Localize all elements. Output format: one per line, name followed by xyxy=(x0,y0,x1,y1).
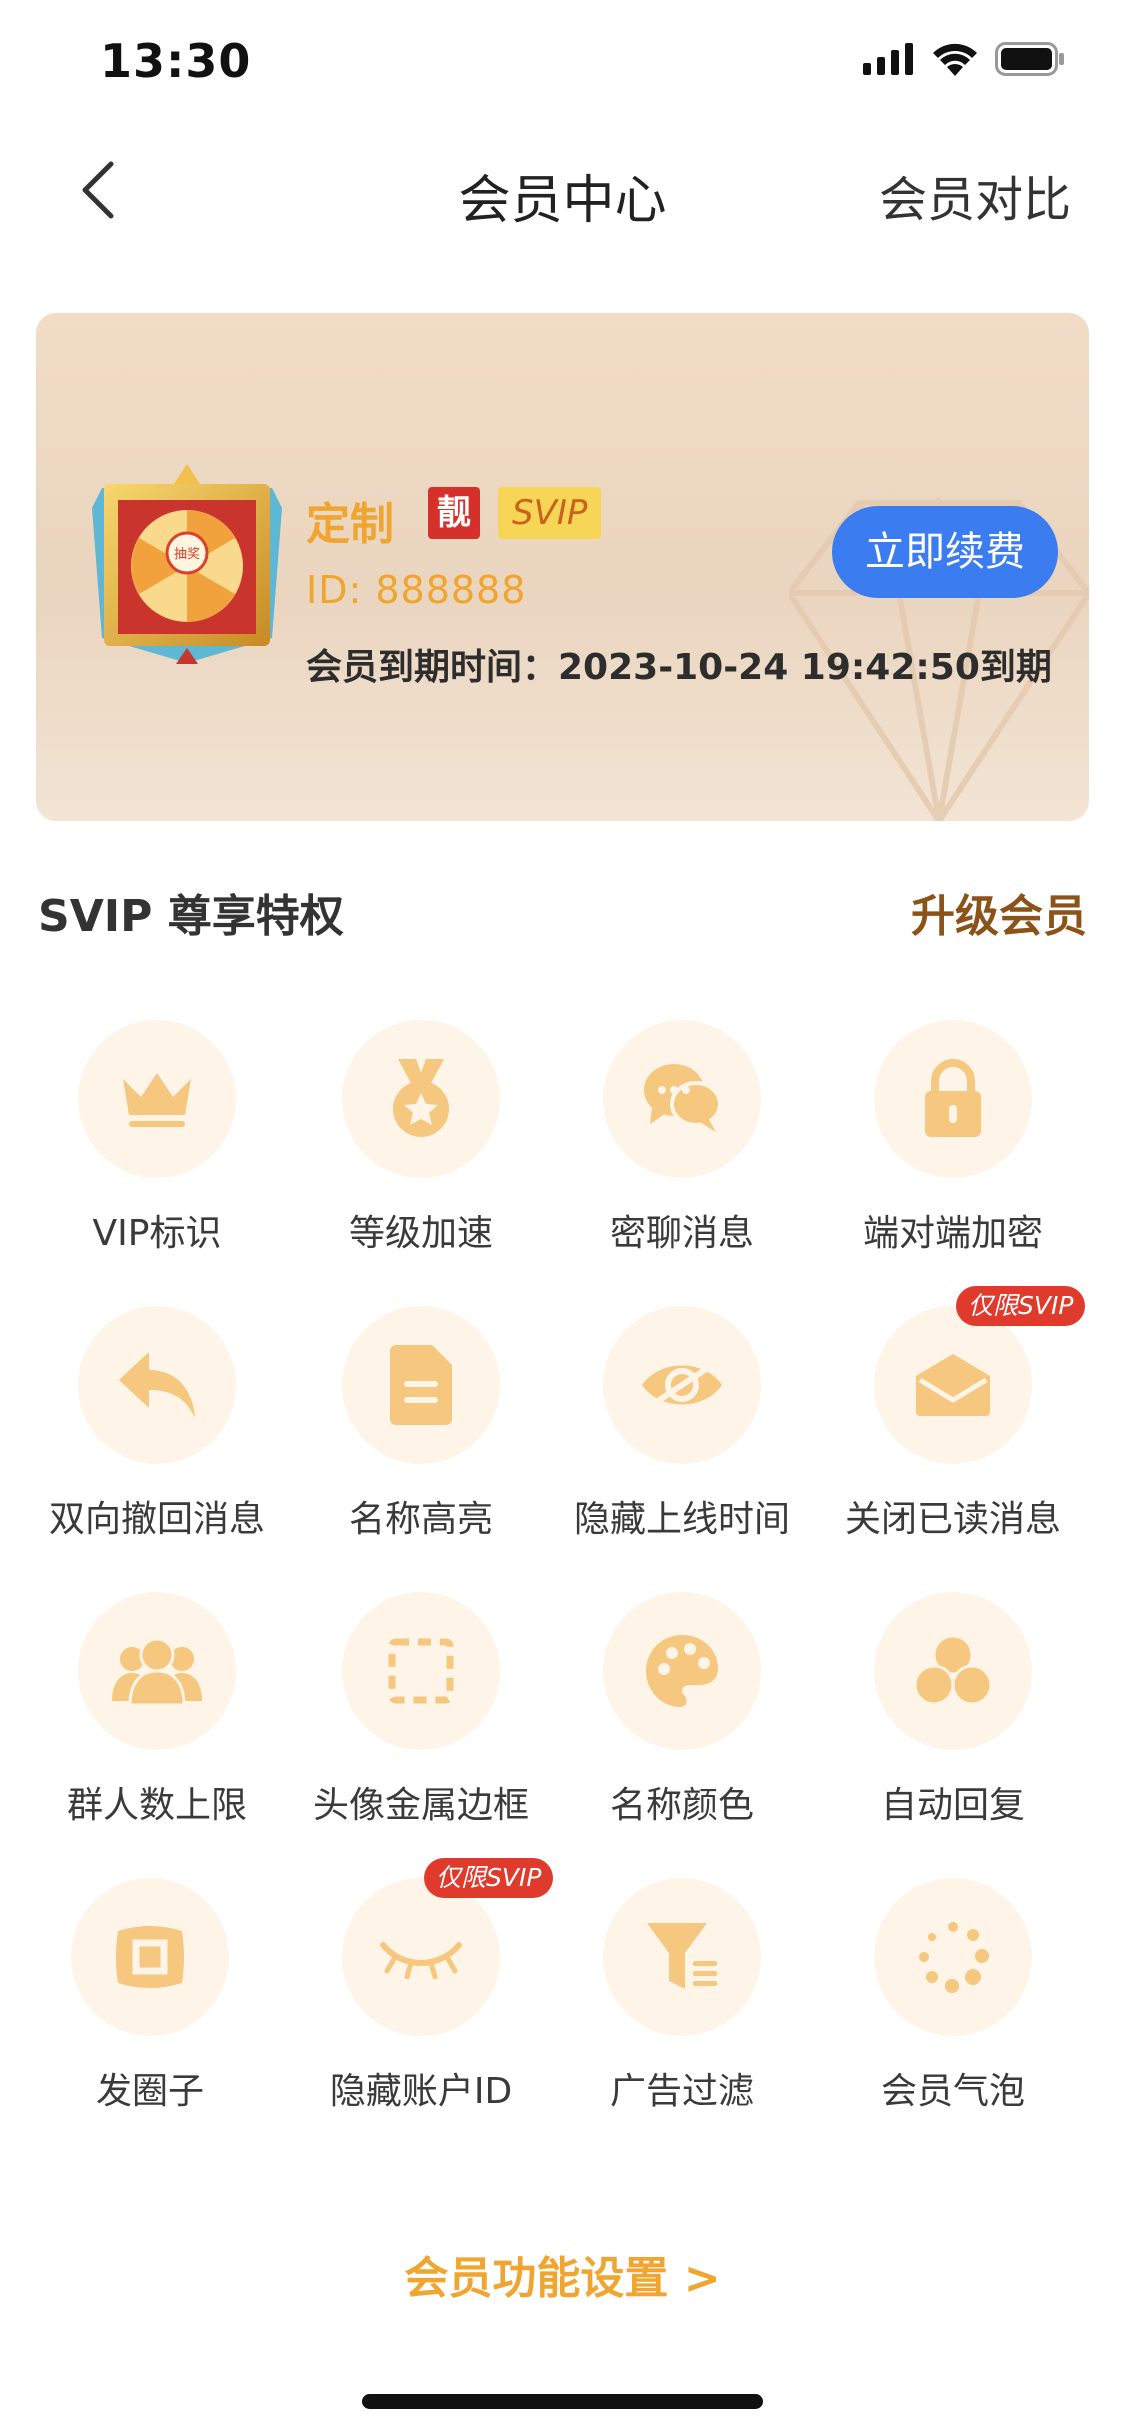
feature-label: 头像金属边框 xyxy=(312,1785,529,1826)
feature-group-limit[interactable]: 群人数上限 xyxy=(27,1592,287,1828)
feature-label: 关闭已读消息 xyxy=(844,1499,1061,1540)
envelope-icon xyxy=(916,1354,990,1416)
status-time: 13:30 xyxy=(100,34,252,88)
feature-member-bubble[interactable]: 会员气泡 xyxy=(823,1878,1083,2114)
avatar-frame[interactable]: 抽奖 xyxy=(82,458,292,668)
cellular-signal-icon xyxy=(863,43,913,75)
feature-label: 双向撤回消息 xyxy=(48,1499,265,1540)
member-settings-link[interactable]: 会员功能设置 > xyxy=(0,2242,1125,2306)
feature-label: 隐藏上线时间 xyxy=(573,1499,790,1540)
feature-auto-reply[interactable]: 自动回复 xyxy=(823,1592,1083,1828)
square-frame-icon xyxy=(116,1926,184,1988)
feature-label: 广告过滤 xyxy=(609,2071,754,2112)
wifi-icon xyxy=(933,43,977,76)
svip-only-tag: 仅限SVIP xyxy=(956,1286,1086,1326)
feature-vip-badge[interactable]: VIP标识 xyxy=(27,1020,287,1256)
feature-name-highlight[interactable]: 名称高亮 xyxy=(291,1306,551,1542)
status-bar: 13:30 xyxy=(0,0,1125,130)
feature-e2e-encryption[interactable]: 端对端加密 xyxy=(823,1020,1083,1256)
feature-hide-account-id[interactable]: 仅限SVIP 隐藏账户ID xyxy=(291,1858,554,2114)
feature-label: 密聊消息 xyxy=(609,1213,754,1254)
upgrade-member-link[interactable]: 升级会员 xyxy=(911,880,1087,944)
dashed-frame-icon xyxy=(388,1638,454,1704)
palette-icon xyxy=(646,1635,718,1707)
svip-only-tag: 仅限SVIP xyxy=(424,1858,554,1898)
group-icon xyxy=(112,1637,202,1705)
feature-level-boost[interactable]: 等级加速 xyxy=(291,1020,551,1256)
member-name: 定制 xyxy=(306,499,394,550)
feature-label: 隐藏账户ID xyxy=(329,2071,513,2112)
feature-two-way-recall[interactable]: 双向撤回消息 xyxy=(27,1306,287,1542)
closed-eye-icon xyxy=(380,1942,462,1979)
feature-label: 名称颜色 xyxy=(609,1785,754,1826)
nav-bar: 会员中心 会员对比 xyxy=(0,130,1125,250)
feature-label: VIP标识 xyxy=(92,1213,222,1254)
feature-label: 发圈子 xyxy=(95,2071,204,2112)
battery-icon xyxy=(995,42,1064,76)
reply-arrow-icon xyxy=(119,1352,195,1418)
status-icons xyxy=(863,42,1065,76)
expiry-time: 会员到期时间：2023-10-24 19:42:50到期 xyxy=(306,647,1052,688)
feature-label: 端对端加密 xyxy=(862,1213,1043,1254)
feature-label: 会员气泡 xyxy=(880,2071,1025,2112)
feature-label: 群人数上限 xyxy=(66,1785,247,1826)
home-indicator xyxy=(362,2394,763,2409)
privileges-title: SVIP 尊享特权 xyxy=(38,880,344,944)
liang-badge: 靓 xyxy=(428,487,480,539)
crown-icon xyxy=(123,1073,191,1127)
medal-icon xyxy=(393,1059,449,1137)
feature-label: 名称高亮 xyxy=(348,1499,493,1540)
renew-button[interactable]: 立即续费 xyxy=(832,506,1058,598)
lock-icon xyxy=(925,1059,981,1137)
filter-icon xyxy=(647,1923,717,1989)
member-compare-link[interactable]: 会员对比 xyxy=(879,160,1071,230)
feature-label: 等级加速 xyxy=(348,1213,493,1254)
privileges-title-prefix: SVIP xyxy=(38,891,153,942)
member-card: 抽奖 定制 靓 SVIP ID: 888888 会员到期时间：2023-10-2… xyxy=(36,313,1089,821)
feature-label: 自动回复 xyxy=(880,1785,1025,1826)
feature-secret-chat[interactable]: 密聊消息 xyxy=(552,1020,812,1256)
eye-slash-icon xyxy=(642,1365,722,1405)
three-circles-icon xyxy=(914,1635,992,1706)
privileges-title-rest: 尊享特权 xyxy=(167,891,344,942)
avatar-text: 抽奖 xyxy=(174,547,200,562)
feature-disable-read-receipt[interactable]: 仅限SVIP 关闭已读消息 xyxy=(823,1286,1086,1542)
feature-ad-filter[interactable]: 广告过滤 xyxy=(552,1878,812,2114)
dots-loader-icon xyxy=(919,1922,989,1993)
chat-bubbles-icon xyxy=(644,1064,722,1132)
document-icon xyxy=(390,1345,452,1425)
feature-avatar-metal-frame[interactable]: 头像金属边框 xyxy=(291,1592,551,1828)
member-id: ID: 888888 xyxy=(306,568,527,612)
feature-post-moments[interactable]: 发圈子 xyxy=(20,1878,280,2114)
feature-hide-online-time[interactable]: 隐藏上线时间 xyxy=(552,1306,812,1542)
svip-badge: SVIP xyxy=(498,487,602,539)
diamond-watermark-icon xyxy=(789,495,1089,821)
feature-name-color[interactable]: 名称颜色 xyxy=(552,1592,812,1828)
